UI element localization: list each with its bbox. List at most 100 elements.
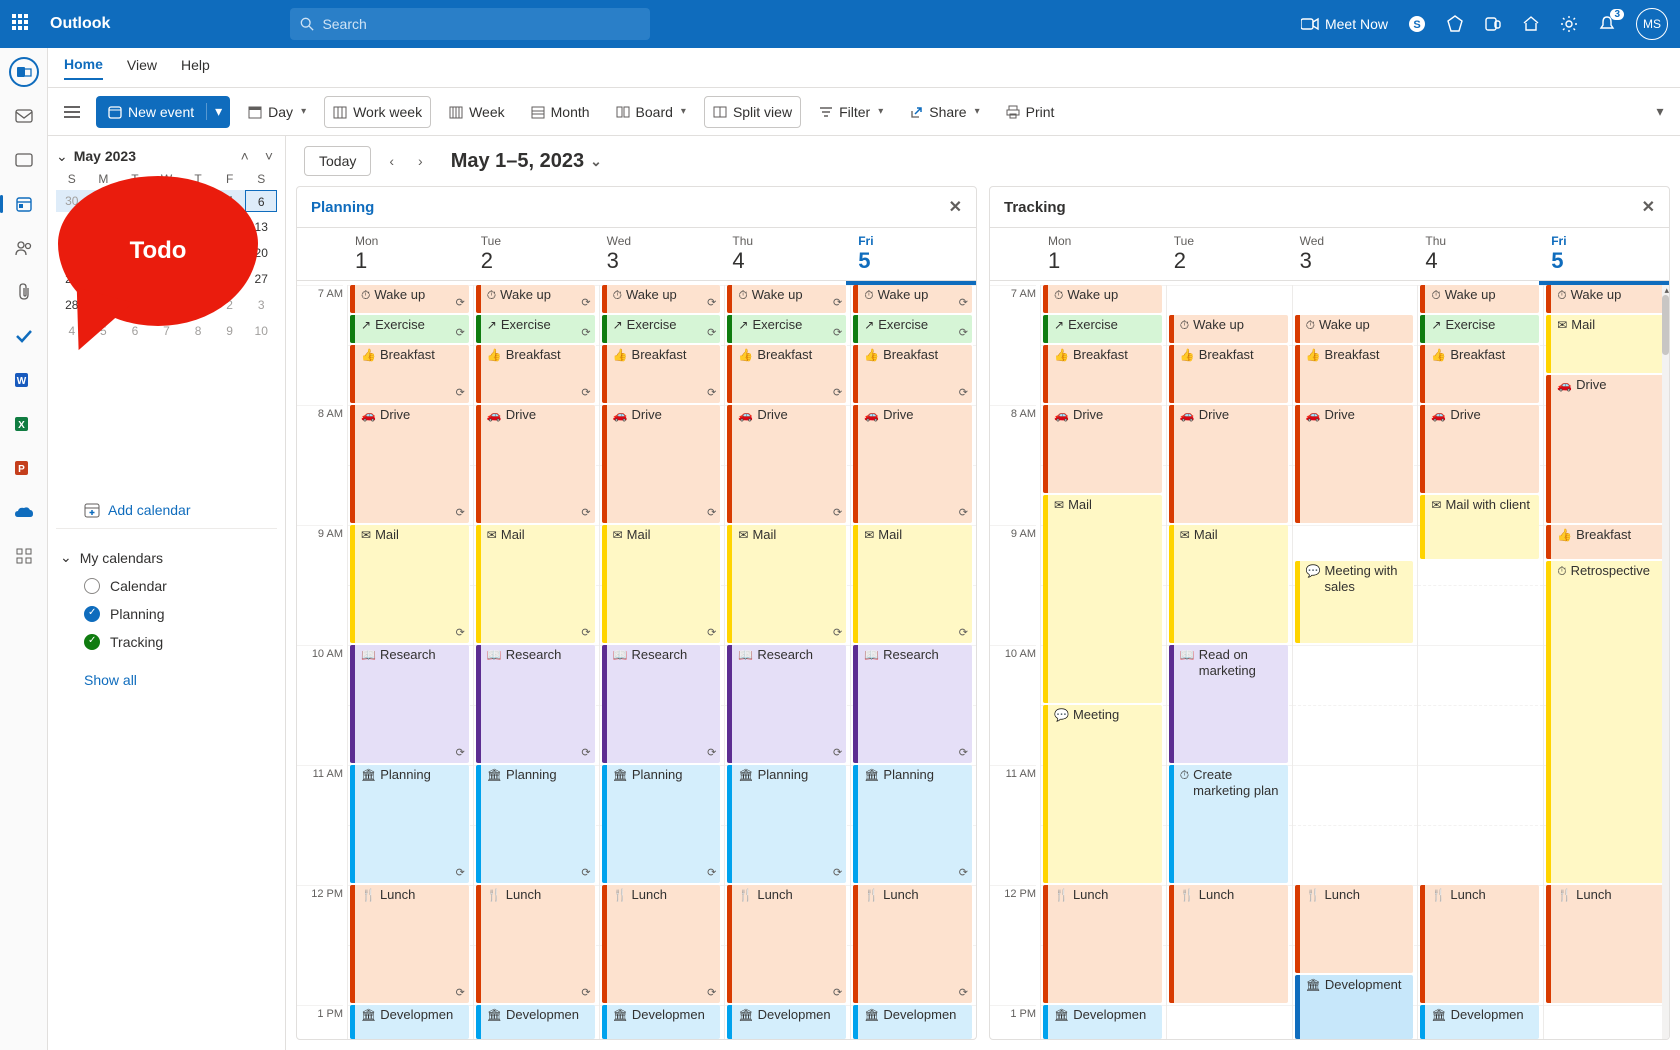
rail-people[interactable] (6, 230, 42, 266)
rail-mail[interactable] (6, 98, 42, 134)
skype-icon[interactable]: S (1408, 15, 1426, 33)
calendar-event[interactable]: 🏛Planning⟳ (727, 765, 846, 883)
calendar-event[interactable]: 👍Breakfast⟳ (350, 345, 469, 403)
calendar-entry-tracking[interactable]: Tracking (56, 628, 277, 656)
day-column[interactable]: ⏱Wake up↗Exercise👍Breakfast🚗Drive✉Mail💬M… (1040, 285, 1166, 1039)
calendar-event[interactable]: ↗Exercise (1420, 315, 1539, 343)
app-launcher-icon[interactable] (12, 14, 32, 34)
prev-week[interactable]: ‹ (383, 149, 400, 173)
calendar-event[interactable]: 👍Breakfast⟳ (853, 345, 972, 403)
day-column[interactable]: ⏱Wake up👍Breakfast🚗Drive✉Mail📖Read on ma… (1166, 285, 1292, 1039)
day-column[interactable]: ⏱Wake up⟳↗Exercise⟳👍Breakfast⟳🚗Drive⟳✉Ma… (347, 285, 473, 1039)
calendar-event[interactable]: 📖Research⟳ (602, 645, 721, 763)
calendar-event[interactable]: ✉Mail⟳ (476, 525, 595, 643)
rail-outlook[interactable] (6, 54, 42, 90)
tab-help[interactable]: Help (181, 57, 210, 79)
calendar-event[interactable]: 🚗Drive⟳ (853, 405, 972, 523)
new-event-button[interactable]: New event ▾ (96, 96, 230, 128)
print-button[interactable]: Print (998, 96, 1063, 128)
calendar-event[interactable]: 🚗Drive (1546, 375, 1665, 523)
calendar-event[interactable]: 👍Breakfast⟳ (476, 345, 595, 403)
calendar-event[interactable]: 🍴Lunch (1420, 885, 1539, 1003)
calendar-event[interactable]: ⏱Wake up (1420, 285, 1539, 313)
calendar-event[interactable]: 🍴Lunch⟳ (727, 885, 846, 1003)
calendar-event[interactable]: 📖Research⟳ (727, 645, 846, 763)
calendar-event[interactable]: ↗Exercise⟳ (853, 315, 972, 343)
meet-now-button[interactable]: Meet Now (1301, 15, 1388, 33)
calendar-event[interactable]: 💬Meeting (1043, 705, 1162, 883)
calendar-event[interactable]: 🏛Planning⟳ (602, 765, 721, 883)
calendar-event[interactable]: ↗Exercise⟳ (350, 315, 469, 343)
calendar-event[interactable]: ⏱Create marketing plan (1169, 765, 1288, 883)
calendar-event[interactable]: 🍴Lunch⟳ (853, 885, 972, 1003)
calendar-event[interactable]: ↗Exercise⟳ (602, 315, 721, 343)
notifications-icon[interactable]: 3 (1598, 15, 1616, 33)
calendar-event[interactable]: 🚗Drive (1295, 405, 1414, 523)
calendar-event[interactable]: ↗Exercise (1043, 315, 1162, 343)
calendar-event[interactable]: 🚗Drive (1420, 405, 1539, 493)
calendar-entry-planning[interactable]: Planning (56, 600, 277, 628)
calendar-event[interactable]: 🏛Development (1295, 975, 1414, 1039)
calendar-event[interactable]: ✉Mail⟳ (853, 525, 972, 643)
calendar-event[interactable]: ⏱Wake up⟳ (602, 285, 721, 313)
calendar-event[interactable]: ⏱Wake up⟳ (853, 285, 972, 313)
calendar-event[interactable]: 👍Breakfast (1546, 525, 1665, 559)
calendar-event[interactable]: 📖Research⟳ (350, 645, 469, 763)
day-header[interactable]: Fri5 (1543, 228, 1669, 280)
calendar-event[interactable]: 🍴Lunch (1169, 885, 1288, 1003)
calendar-entry-calendar[interactable]: Calendar (56, 572, 277, 600)
calendar-event[interactable]: 🏛Planning⟳ (350, 765, 469, 883)
view-month[interactable]: Month (523, 96, 598, 128)
search-box[interactable]: Search (290, 8, 650, 40)
hamburger-icon[interactable] (58, 98, 86, 126)
calendar-event[interactable]: ✉Mail (1169, 525, 1288, 643)
rail-onedrive[interactable] (6, 494, 42, 530)
scrollbar[interactable]: ▴ (1662, 285, 1669, 1039)
view-day[interactable]: Day▾ (240, 96, 314, 128)
day-header[interactable]: Tue2 (473, 228, 599, 280)
calendar-event[interactable]: 🏛Developmen (727, 1005, 846, 1039)
calendar-event[interactable]: ⏱Wake up (1169, 315, 1288, 343)
premium-icon[interactable] (1446, 15, 1464, 33)
day-column[interactable]: ⏱Wake up⟳↗Exercise⟳👍Breakfast⟳🚗Drive⟳✉Ma… (599, 285, 725, 1039)
rail-excel[interactable]: X (6, 406, 42, 442)
calendar-event[interactable]: 🏛Developmen (602, 1005, 721, 1039)
calendar-event[interactable]: 👍Breakfast⟳ (727, 345, 846, 403)
calendar-event[interactable]: ⏱Wake up⟳ (727, 285, 846, 313)
calendar-event[interactable]: ⏱Retrospective (1546, 561, 1665, 883)
filter-button[interactable]: Filter▾ (811, 96, 891, 128)
day-header[interactable]: Fri5 (850, 228, 976, 280)
calendar-event[interactable]: ⏱Wake up (1295, 315, 1414, 343)
calendar-event[interactable]: 🏛Developmen (350, 1005, 469, 1039)
calendar-event[interactable]: 🏛Planning⟳ (853, 765, 972, 883)
share-button[interactable]: Share▾ (901, 96, 987, 128)
calendar-event[interactable]: ⏱Wake up⟳ (476, 285, 595, 313)
calendar-event[interactable]: ✉Mail⟳ (350, 525, 469, 643)
calendar-event[interactable]: 🏛Developmen (1043, 1005, 1162, 1039)
calendar-event[interactable]: 🚗Drive (1043, 405, 1162, 493)
view-split[interactable]: Split view (704, 96, 801, 128)
calendar-event[interactable]: 🚗Drive⟳ (476, 405, 595, 523)
calendar-event[interactable]: 📖Read on marketing (1169, 645, 1288, 763)
settings-icon[interactable] (1560, 15, 1578, 33)
day-column[interactable]: ⏱Wake up✉Mail🚗Drive👍Breakfast⏱Retrospect… (1543, 285, 1669, 1039)
add-calendar-link[interactable]: Add calendar (84, 502, 273, 518)
teams-icon[interactable] (1484, 15, 1502, 33)
calendar-event[interactable]: 🍴Lunch (1043, 885, 1162, 1003)
day-column[interactable]: ⏱Wake up⟳↗Exercise⟳👍Breakfast⟳🚗Drive⟳✉Ma… (724, 285, 850, 1039)
mini-cal-next[interactable]: ˅ (261, 146, 277, 166)
calendar-event[interactable]: ✉Mail (1043, 495, 1162, 703)
chevron-down-icon[interactable]: ⌄ (56, 148, 68, 165)
day-header[interactable]: Wed3 (599, 228, 725, 280)
calendar-event[interactable]: ↗Exercise⟳ (727, 315, 846, 343)
calendar-event[interactable]: ⏱Wake up⟳ (350, 285, 469, 313)
calendar-event[interactable]: 🍴Lunch (1546, 885, 1665, 1003)
calendar-event[interactable]: 💬Meeting with sales (1295, 561, 1414, 643)
rail-word[interactable]: W (6, 362, 42, 398)
calendar-event[interactable]: 🍴Lunch⟳ (350, 885, 469, 1003)
day-header[interactable]: Tue2 (1166, 228, 1292, 280)
day-column[interactable]: ⏱Wake up⟳↗Exercise⟳👍Breakfast⟳🚗Drive⟳✉Ma… (850, 285, 976, 1039)
calendar-event[interactable]: 🚗Drive (1169, 405, 1288, 523)
calendar-event[interactable]: 👍Breakfast (1295, 345, 1414, 403)
day-header[interactable]: Thu4 (724, 228, 850, 280)
